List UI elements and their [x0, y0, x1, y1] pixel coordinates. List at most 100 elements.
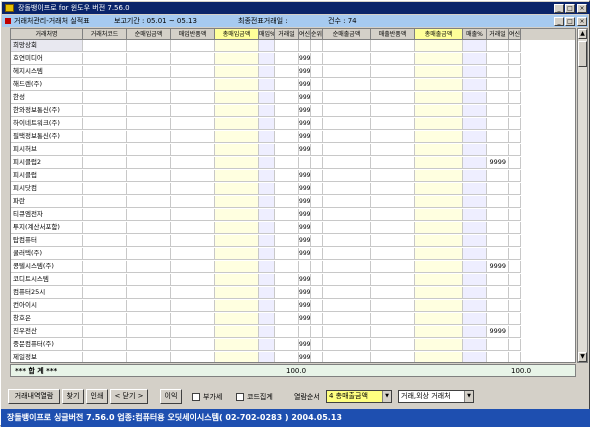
partner-name-cell: 파란 [11, 196, 83, 208]
table-cell [463, 183, 487, 195]
sale-extra-cell [487, 352, 509, 362]
column-header[interactable]: 매입% [259, 29, 275, 40]
table-cell [171, 339, 215, 351]
credit-cell: 99999 [299, 274, 311, 286]
table-row[interactable]: 진우전산 9999 [11, 326, 575, 338]
close-icon[interactable]: × [577, 4, 587, 13]
window-titlebar[interactable]: 장돌뱅이프로 for 윈도우 버전 7.56.0 _ □ × [2, 2, 590, 14]
table-row[interactable]: 하이네트워크(주) 99999 [11, 118, 575, 130]
chevron-down-icon[interactable]: ▼ [464, 391, 473, 402]
table-cell [275, 287, 299, 299]
table-row[interactable]: 한와정보통신(주) 99999 [11, 105, 575, 117]
table-cell [215, 79, 259, 91]
table-row[interactable]: 피시허브 99999 [11, 144, 575, 156]
table-row[interactable]: 코디트시스템 99999 [11, 274, 575, 286]
table-cell [259, 326, 275, 338]
column-header[interactable]: 거래일 [487, 29, 509, 40]
column-header[interactable]: 거래일 [275, 29, 299, 40]
column-header[interactable]: 여신 [299, 29, 311, 40]
table-row[interactable]: 한성 99999 [11, 92, 575, 104]
sale-extra-cell [487, 170, 509, 182]
table-cell [215, 157, 259, 169]
table-cell [371, 261, 415, 273]
partner-performance-grid[interactable]: 거래처명 거래처코드 순매입금액 매입반품액 총매입금액 매입% 거래일 여신 순위 순매출금액 매… [10, 28, 576, 363]
transaction-detail-button[interactable]: 거래내역열람 [8, 389, 60, 404]
sort-order-select[interactable]: 4 총매출금액 ▼ [326, 390, 392, 403]
table-row[interactable]: 콩텔시스템(주) 9999 [11, 261, 575, 273]
table-cell [127, 53, 171, 65]
print-button[interactable]: 인쇄 [86, 389, 108, 404]
table-cell [323, 66, 371, 78]
table-cell [259, 53, 275, 65]
table-cell [323, 313, 371, 325]
table-row[interactable]: 창호은 99999 [11, 313, 575, 325]
close-button[interactable]: < 닫기 > [110, 389, 148, 404]
code-sum-checkbox-box[interactable] [236, 393, 244, 401]
table-cell [311, 248, 323, 260]
table-row[interactable]: 제일정보 99999 [11, 352, 575, 362]
table-cell [275, 118, 299, 130]
scroll-thumb[interactable] [578, 41, 587, 67]
child-minimize-icon[interactable]: _ [554, 17, 564, 26]
table-row[interactable]: 컨아이시 99999 [11, 300, 575, 312]
table-cell [259, 131, 275, 143]
column-header[interactable]: 거래처코드 [83, 29, 127, 40]
sale-extra-cell [487, 300, 509, 312]
table-cell [463, 131, 487, 143]
column-header[interactable]: 순위 [311, 29, 323, 40]
sale-extra-cell [487, 339, 509, 351]
table-row[interactable]: 컴퓨터25시 99999 [11, 287, 575, 299]
code-sum-checkbox[interactable]: 코드집계 [236, 391, 273, 403]
column-header[interactable]: 여신 [509, 29, 521, 40]
column-header[interactable]: 순매출금액 [323, 29, 371, 40]
column-header[interactable]: 거래처명 [11, 29, 83, 40]
column-header[interactable]: 매입반품액 [171, 29, 215, 40]
profit-button[interactable]: 이익 [160, 389, 182, 404]
child-close-icon[interactable]: × [577, 17, 587, 26]
sale-extra-cell [487, 287, 509, 299]
column-header[interactable]: 총매입금액 [215, 29, 259, 40]
table-cell [215, 235, 259, 247]
table-row[interactable]: 희망상회 [11, 40, 575, 52]
table-row[interactable]: 피시닷컴 99999 [11, 183, 575, 195]
column-header[interactable]: 순매입금액 [127, 29, 171, 40]
table-cell [323, 209, 371, 221]
table-row[interactable]: 해드렌(주) 99999 [11, 79, 575, 91]
sale-credit-cell [509, 170, 521, 182]
table-row[interactable]: 헤지시스템 99999 [11, 66, 575, 78]
table-cell [275, 222, 299, 234]
table-row[interactable]: 티큐엠전자 99999 [11, 209, 575, 221]
table-row[interactable]: 피시클럽 99999 [11, 170, 575, 182]
scroll-up-icon[interactable]: ▲ [578, 29, 587, 39]
table-cell [463, 105, 487, 117]
table-cell [463, 92, 487, 104]
table-row[interactable]: 파란 99999 [11, 196, 575, 208]
scroll-down-icon[interactable]: ▼ [578, 352, 587, 362]
minimize-icon[interactable]: _ [554, 4, 564, 13]
grid-vertical-scrollbar[interactable]: ▲ ▼ [577, 28, 588, 363]
partner-filter-select[interactable]: 거래,외상 거래처 ▼ [398, 390, 474, 403]
column-header[interactable]: 매출% [463, 29, 487, 40]
chevron-down-icon[interactable]: ▼ [382, 391, 391, 402]
table-row[interactable]: 중문컴퓨터(주) 99999 [11, 339, 575, 351]
maximize-icon[interactable]: □ [565, 4, 575, 13]
table-row[interactable]: 호연미디어 99999 [11, 53, 575, 65]
table-row[interactable]: 탑컴퓨터 99999 [11, 235, 575, 247]
table-cell [371, 183, 415, 195]
sale-extra-cell [487, 92, 509, 104]
find-button[interactable]: 찾기 [62, 389, 84, 404]
vat-checkbox[interactable]: 부가세 [192, 391, 222, 403]
table-row[interactable]: 투지(계산서포함) 99999 [11, 222, 575, 234]
vat-checkbox-box[interactable] [192, 393, 200, 401]
table-cell [83, 326, 127, 338]
table-row[interactable]: 피시클럽2 9999 [11, 157, 575, 169]
child-maximize-icon[interactable]: □ [565, 17, 575, 26]
child-window-titlebar[interactable]: 거래처관리-거래처 실적표 보고기간 : 05.01 ~ 05.13 최종전표거… [2, 15, 588, 27]
column-header[interactable]: 총매출금액 [415, 29, 463, 40]
table-row[interactable]: 필택정보통신(주) 99999 [11, 131, 575, 143]
column-header[interactable]: 매출반품액 [371, 29, 415, 40]
partner-name-cell: 한성 [11, 92, 83, 104]
table-row[interactable]: 쿨러텍(주) 99999 [11, 248, 575, 260]
table-cell [259, 274, 275, 286]
table-cell [127, 222, 171, 234]
